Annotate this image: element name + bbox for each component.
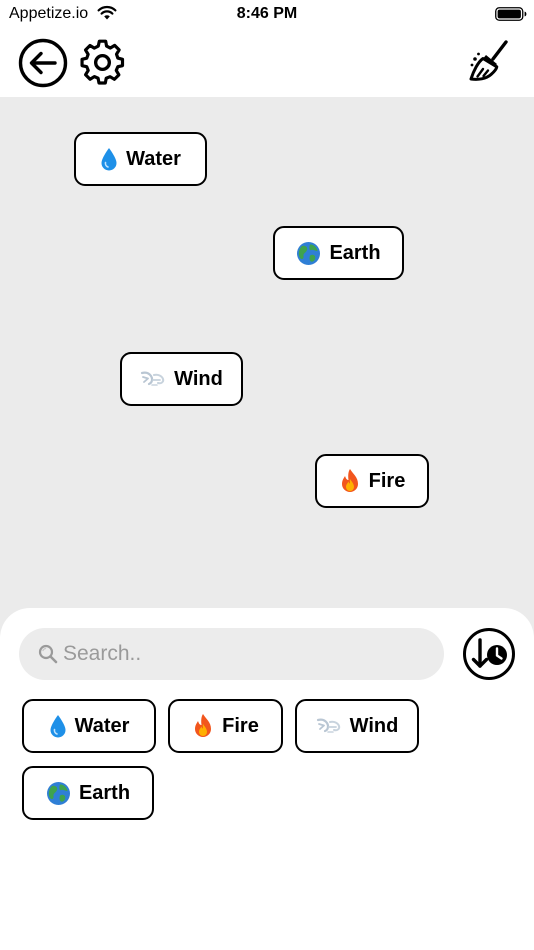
back-arrow-icon[interactable] xyxy=(18,38,68,88)
inventory-item-earth[interactable]: Earth xyxy=(22,766,154,820)
status-bar: Appetize.io 8:46 PM xyxy=(0,0,534,28)
element-label: Water xyxy=(126,147,181,170)
inventory-item-wind[interactable]: Wind xyxy=(295,699,419,753)
inventory-sheet: Water Fire Wind Earth xyxy=(0,608,534,950)
wind-icon xyxy=(140,369,166,389)
fire-icon xyxy=(339,468,361,494)
workspace-element-wind[interactable]: Wind xyxy=(120,352,243,406)
item-label: Wind xyxy=(349,714,399,737)
search-input[interactable] xyxy=(63,628,433,680)
earth-globe-icon xyxy=(296,241,321,266)
wind-icon xyxy=(316,716,342,736)
element-label: Fire xyxy=(368,469,406,492)
search-bar[interactable] xyxy=(19,628,444,680)
element-label: Wind xyxy=(174,367,223,390)
broom-icon[interactable] xyxy=(466,38,514,86)
element-label: Earth xyxy=(329,241,381,264)
workspace-element-earth[interactable]: Earth xyxy=(273,226,404,280)
workspace-element-fire[interactable]: Fire xyxy=(315,454,429,508)
battery-icon xyxy=(495,7,527,21)
search-icon xyxy=(38,644,58,664)
item-label: Water xyxy=(74,714,130,737)
gear-icon[interactable] xyxy=(79,39,126,86)
status-time: 8:46 PM xyxy=(236,5,298,22)
water-droplet-icon xyxy=(100,147,118,171)
water-droplet-icon xyxy=(49,714,67,738)
item-label: Earth xyxy=(78,781,131,804)
workspace-element-water[interactable]: Water xyxy=(74,132,207,186)
sort-by-time-icon[interactable] xyxy=(462,627,516,681)
workspace-canvas[interactable]: Water Earth Wind Fire xyxy=(0,97,534,657)
item-label: Fire xyxy=(222,714,259,737)
inventory-item-water[interactable]: Water xyxy=(22,699,156,753)
inventory-item-fire[interactable]: Fire xyxy=(168,699,283,753)
fire-icon xyxy=(192,713,214,739)
top-toolbar xyxy=(0,28,534,97)
earth-globe-icon xyxy=(46,781,71,806)
